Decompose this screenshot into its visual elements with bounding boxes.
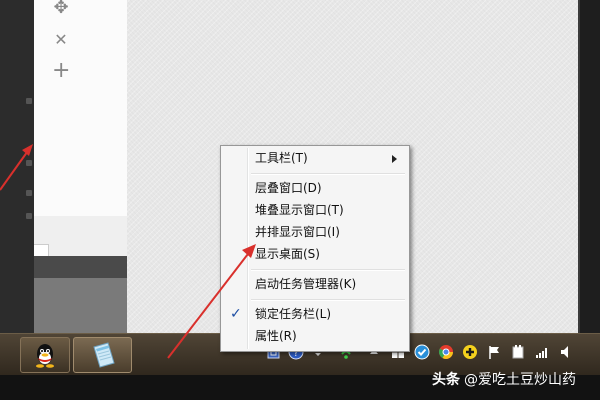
device-icon[interactable] [510,344,526,360]
menu-item-lock-taskbar[interactable]: ✓ 锁定任务栏(L) [223,304,407,325]
menu-item-show-desktop[interactable]: 显示桌面(S) [223,244,407,265]
taskbar-button-qq[interactable] [20,337,70,373]
menu-item-label: 层叠窗口(D) [255,181,322,195]
left-window-edge [0,0,34,333]
menu-item-side-by-side[interactable]: 并排显示窗口(I) [223,222,407,243]
add-icon[interactable]: + [52,60,70,82]
speaker-icon[interactable] [558,344,574,360]
menu-item-stacked[interactable]: 堆叠显示窗口(T) [223,200,407,221]
watermark-brand: 头条 [432,372,460,388]
submenu-arrow-icon [392,155,397,163]
menu-item-label: 工具栏(T) [255,151,308,165]
menu-item-label: 显示桌面(S) [255,247,320,261]
menu-item-label: 属性(R) [255,329,297,343]
check-icon[interactable] [414,344,430,360]
taskbar-button-notepad[interactable] [73,337,132,373]
edge-artifact [26,98,32,104]
dark-divider [34,256,127,278]
menu-item-task-manager[interactable]: 启动任务管理器(K) [223,274,407,295]
menu-item-label: 并排显示窗口(I) [255,225,340,239]
watermark: 头条 @爱吃土豆炒山药 [432,369,576,389]
side-toolbar: ✥ ✕ + [40,0,90,90]
grey-region [34,278,127,333]
menu-item-label: 堆叠显示窗口(T) [255,203,344,217]
taskbar-context-menu: 工具栏(T) 层叠窗口(D) 堆叠显示窗口(T) 并排显示窗口(I) 显示桌面(… [220,145,410,352]
menu-item-toolbars[interactable]: 工具栏(T) [223,148,407,169]
edge-artifact [26,190,32,196]
menu-item-label: 锁定任务栏(L) [255,307,332,321]
move-icon[interactable]: ✥ [52,0,70,17]
menu-item-label: 启动任务管理器(K) [255,277,357,291]
flag-icon[interactable] [486,344,502,360]
qq-icon [36,344,54,368]
menu-item-cascade[interactable]: 层叠窗口(D) [223,178,407,199]
lower-pane [34,216,127,333]
edge-artifact [26,213,32,219]
menu-separator [251,299,405,301]
right-window-edge [578,0,600,333]
menu-separator [251,269,405,271]
signal-icon[interactable] [534,344,550,360]
menu-item-properties[interactable]: 属性(R) [223,326,407,347]
plus-icon[interactable] [462,344,478,360]
menu-separator [251,173,405,175]
watermark-handle: @爱吃土豆炒山药 [464,372,576,388]
chrome-icon[interactable] [438,344,454,360]
edge-artifact [26,160,32,166]
notepad-icon [93,342,115,368]
checkmark-icon: ✓ [230,306,242,322]
close-icon[interactable]: ✕ [52,31,70,49]
